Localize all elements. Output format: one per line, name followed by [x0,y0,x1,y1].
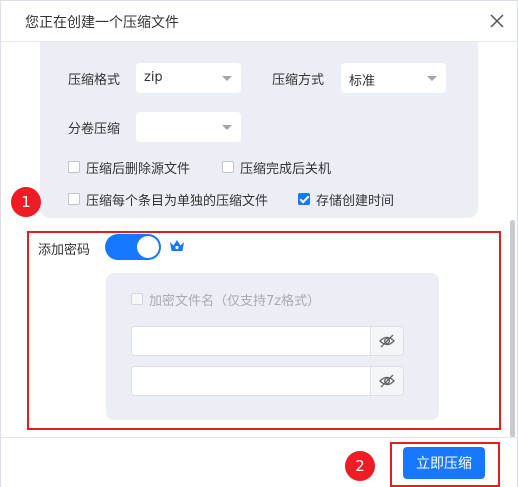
annotation-badge-2: 2 [345,451,375,481]
compress-dialog: 您正在创建一个压缩文件 压缩格式 zip 压缩方式 标准 分卷压缩 压缩后删除源… [0,0,518,487]
method-select[interactable]: 标准 [341,63,446,93]
format-select[interactable]: zip [136,63,241,93]
confirm-password-input[interactable] [132,367,370,395]
password-input[interactable] [132,327,370,355]
delete-source-checkbox[interactable]: 压缩后删除源文件 [68,158,191,177]
settings-scroll-area[interactable]: 压缩格式 zip 压缩方式 标准 分卷压缩 压缩后删除源文件 压缩完成后关机 压… [1,42,517,437]
checkbox-box [68,193,80,205]
chevron-down-icon [222,76,232,81]
dialog-footer: 2 立即压缩 [1,437,517,487]
method-select-value: 标准 [349,74,376,89]
close-button[interactable] [485,9,509,33]
checkbox-label: 存储创建时间 [316,193,395,209]
vertical-scrollbar[interactable] [510,220,515,437]
checkbox-label: 加密文件名（仅支持7z格式） [149,293,321,309]
dialog-title: 您正在创建一个压缩文件 [25,15,179,31]
checkbox-check-icon [298,193,310,205]
checkbox-box [68,161,80,173]
password-field[interactable] [131,326,404,356]
checkbox-box [222,161,234,173]
add-password-toggle[interactable] [105,234,161,260]
chevron-down-icon [222,125,232,130]
split-select[interactable] [136,112,241,142]
store-creation-time-checkbox[interactable]: 存储创建时间 [298,190,395,209]
format-select-value: zip [144,70,163,85]
separate-archives-checkbox[interactable]: 压缩每个条目为单独的压缩文件 [68,190,269,209]
eye-off-icon [379,334,395,348]
annotation-badge-1: 1 [11,187,41,217]
toggle-knob [137,236,159,258]
toggle-password-visibility-button[interactable] [370,327,403,355]
close-icon [490,14,504,28]
password-panel: 加密文件名（仅支持7z格式） [106,273,439,420]
add-password-label: 添加密码 [38,243,91,258]
checkbox-label: 压缩每个条目为单独的压缩文件 [86,193,269,209]
crown-icon [170,240,184,251]
encrypt-filenames-checkbox[interactable]: 加密文件名（仅支持7z格式） [131,290,321,309]
shutdown-checkbox[interactable]: 压缩完成后关机 [222,158,332,177]
title-bar: 您正在创建一个压缩文件 [1,1,517,42]
toggle-confirm-visibility-button[interactable] [370,367,403,395]
eye-off-icon [379,374,395,388]
format-label: 压缩格式 [68,73,121,88]
compress-now-button[interactable]: 立即压缩 [403,447,485,479]
checkbox-label: 压缩完成后关机 [240,161,332,177]
split-label: 分卷压缩 [68,122,121,137]
confirm-password-field[interactable] [131,366,404,396]
method-label: 压缩方式 [272,73,325,88]
options-panel: 压缩格式 zip 压缩方式 标准 分卷压缩 压缩后删除源文件 压缩完成后关机 压… [40,42,478,218]
checkbox-box [131,293,143,305]
checkbox-label: 压缩后删除源文件 [86,161,191,177]
chevron-down-icon [427,76,437,81]
